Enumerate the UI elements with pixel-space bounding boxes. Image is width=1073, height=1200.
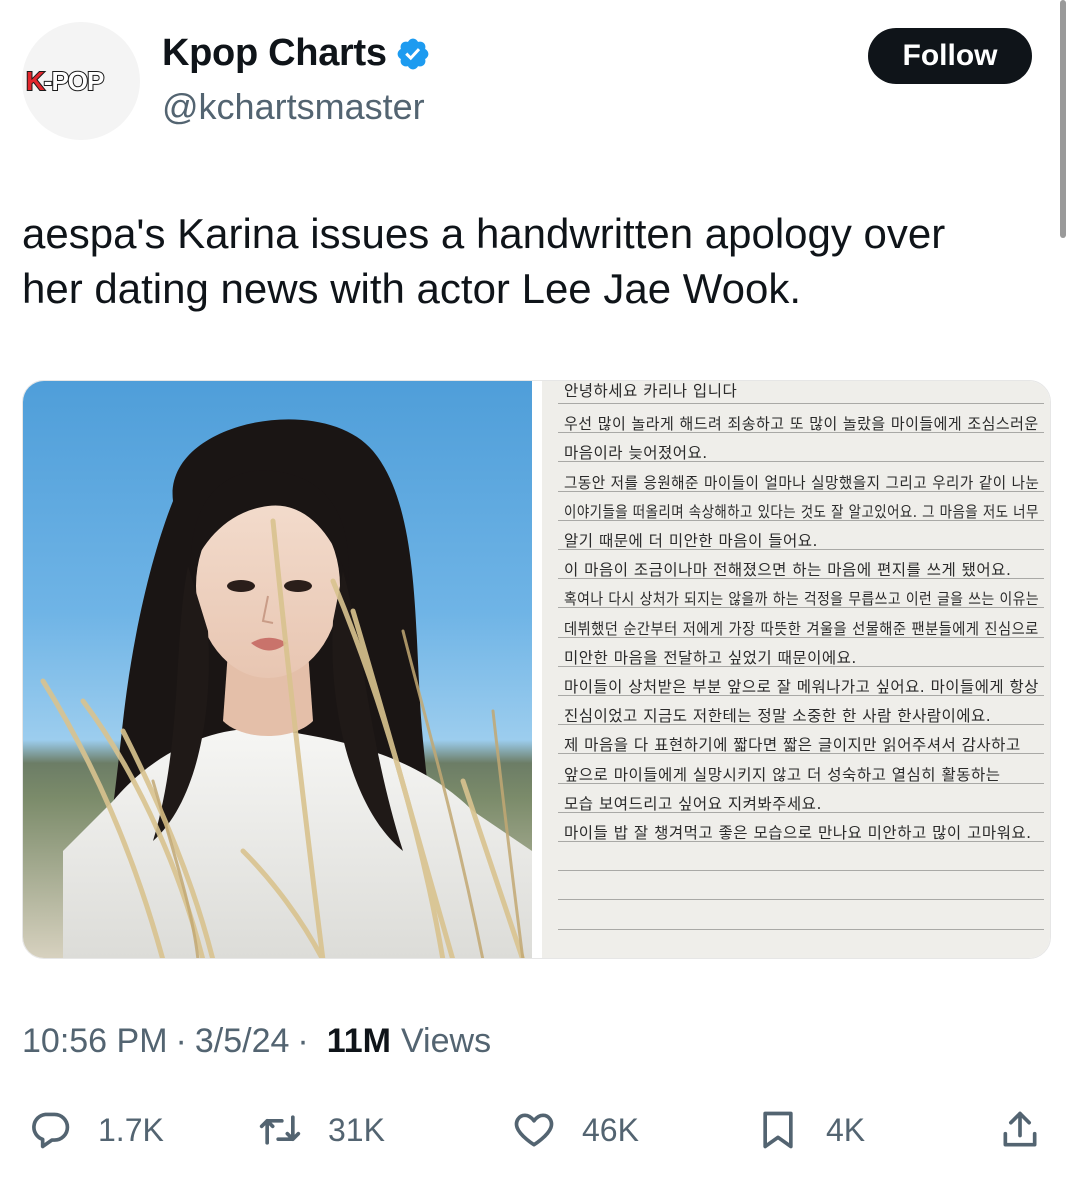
handwritten-letter[interactable]: 안녕하세요 카리나 입니다우선 많이 놀라게 해드려 죄송하고 또 많이 놀랐을… [542,381,1050,958]
tweet-text: aespa's Karina issues a handwritten apol… [22,206,1042,316]
share-button[interactable] [998,1100,1042,1160]
scrollbar[interactable] [1060,0,1066,238]
bookmark-button[interactable]: 4K [756,1100,865,1160]
follow-button[interactable]: Follow [868,28,1032,84]
tweet-date[interactable]: 3/5/24 [195,1022,290,1061]
portrait-illustration [40,419,532,958]
repost-icon [259,1115,301,1145]
tweet-text-line: aespa's Karina issues a handwritten apol… [22,210,946,257]
letter-line-text: 미안한 마음을 전달하고 싶었기 때문이에요. [564,648,857,667]
media-grid: 안녕하세요 카리나 입니다우선 많이 놀라게 해드려 죄송하고 또 많이 놀랐을… [22,380,1051,959]
repost-count: 31K [328,1111,385,1148]
reply-button[interactable]: 1.7K [28,1100,164,1160]
letter-line-text: 모습 보여드리고 싶어요 지켜봐주세요. [564,794,822,813]
letter-line-text: 안녕하세요 카리나 입니다 [564,382,738,400]
repost-button[interactable]: 31K [258,1100,385,1160]
reply-icon [32,1112,70,1149]
letter-rule [558,899,1044,901]
letter-line-text: 마이들 밥 잘 챙겨먹고 좋은 모습으로 만나요 미안하고 많이 고마워요. [564,824,1032,842]
tweet-header: K-POP Kpop Charts @kchartsmaster Follow [22,22,1032,142]
letter-line-text: 이야기들을 떠올리며 속상해하고 있다는 것도 잘 알고있어요. 그 마음을 저… [564,502,1039,521]
heart-icon [514,1113,554,1147]
reply-count: 1.7K [98,1111,164,1148]
letter-line-text: 혹여나 다시 상처가 되지는 않을까 하는 걱정을 무릅쓰고 이런 글을 쓰는 … [564,590,1040,609]
meta-separator: · [297,1022,309,1060]
verified-badge-icon [397,38,429,69]
letter-line-text: 앞으로 마이들에게 실망시키지 않고 더 성숙하고 열심히 활동하는 [564,765,1001,784]
letter-line-text: 진심이었고 지금도 저한테는 정말 소중한 한 사람 한사람이에요. [564,707,992,726]
tweet-time[interactable]: 10:56 PM [22,1022,168,1061]
tweet-meta: 10:56 PM · 3/5/24 · 11M Views [22,1022,491,1061]
letter-line-text: 우선 많이 놀라게 해드려 죄송하고 또 많이 놀랐을 마이들에게 조심스러운 [564,415,1039,434]
share-icon [1003,1111,1037,1147]
like-count: 46K [582,1111,639,1148]
views-label: Views [400,1022,492,1060]
name-row: Kpop Charts [162,32,431,75]
action-bar: 1.7K 31K 46K 4K [22,1100,1052,1160]
letter-line-text: 이 마음이 조금이나마 전해졌으면 하는 마음에 편지를 쓰게 됐어요. [564,561,1012,580]
bookmark-icon [763,1111,793,1149]
letter-line-text: 그동안 저를 응원해준 마이들이 얼마나 실망했을지 그리고 우리가 같이 나눈 [564,473,1040,492]
views-count: 11M [326,1022,391,1060]
letter-rule [558,928,1044,930]
user-handle[interactable]: @kchartsmaster [162,86,425,128]
tweet-text-line: her dating news with actor Lee Jae Wook. [22,265,801,312]
letter-line-text: 알기 때문에 더 미안한 마음이 들어요. [564,532,818,550]
bookmark-count: 4K [826,1111,866,1148]
letter-line-text: 마이들이 상처받은 부분 앞으로 잘 메워나가고 싶어요. 마이들에게 항상 [564,678,1039,696]
letter-rule [558,403,1044,404]
display-name[interactable]: Kpop Charts [162,32,387,75]
like-button[interactable]: 46K [512,1100,639,1160]
letter-rule [558,870,1044,872]
letter-line-text: 마음이라 늦어졌어요. [564,444,708,463]
letter-line-text: 데뷔했던 순간부터 저에게 가장 따뜻한 겨울을 선물해준 팬분들에게 진심으로 [564,619,1039,638]
karina-photo[interactable] [23,381,532,958]
meta-separator: · [175,1022,187,1060]
avatar[interactable]: K-POP [22,22,140,140]
kpop-logo: K-POP [25,65,105,97]
letter-line-text: 제 마음을 다 표현하기에 짧다면 짧은 글이지만 읽어주셔서 감사하고 [564,736,1021,755]
